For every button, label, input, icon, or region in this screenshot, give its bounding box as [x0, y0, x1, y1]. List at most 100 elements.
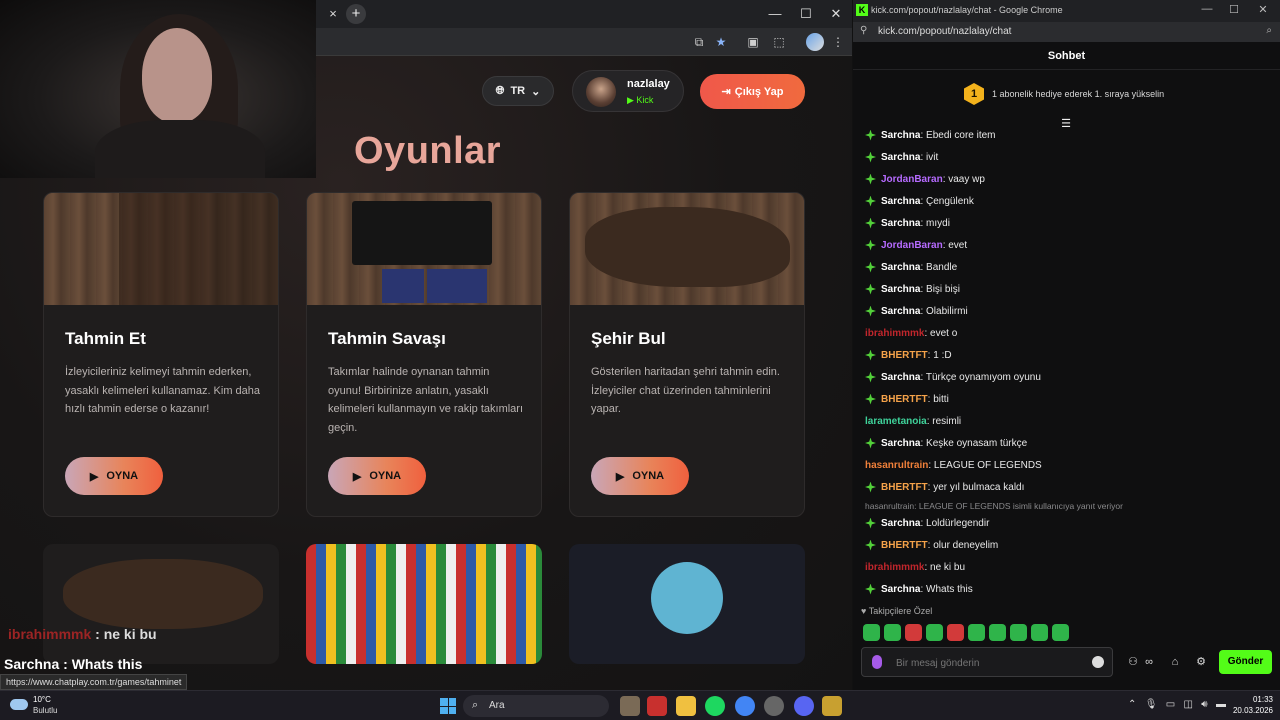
emote-icon[interactable]: [863, 624, 880, 641]
chat-message[interactable]: Sarchna: Türkçe oynamıyom oyunu: [865, 367, 1041, 387]
minimize-icon[interactable]: —: [1193, 3, 1221, 15]
chat-username[interactable]: JordanBaran: [881, 174, 943, 185]
emote-icon[interactable]: [884, 624, 901, 641]
chat-message[interactable]: Sarchna: Bişi bişi: [865, 279, 960, 299]
play-button[interactable]: ▶ OYNA: [65, 457, 163, 495]
chat-username[interactable]: Sarchna: [881, 152, 920, 163]
close-tab-button[interactable]: ×: [324, 5, 342, 23]
zoom-icon[interactable]: ⌕: [1266, 25, 1272, 36]
message-field[interactable]: [896, 654, 1086, 672]
emote-icon[interactable]: [1031, 624, 1048, 641]
chat-username[interactable]: Sarchna: [881, 284, 920, 295]
chat-message[interactable]: Sarchna: mıydi: [865, 213, 950, 233]
chat-username[interactable]: BHERTFT: [881, 540, 928, 551]
language-selector[interactable]: 🌐︎ TR ⌄: [482, 76, 554, 106]
chat-message[interactable]: Sarchna: Whats this: [865, 579, 973, 599]
subscriber-badge-icon: [865, 217, 876, 229]
discord-icon[interactable]: [794, 696, 814, 716]
clock[interactable]: 01:33 20.03.2026: [1225, 694, 1273, 716]
chat-username[interactable]: hasanrultrain: [865, 460, 928, 471]
chat-message[interactable]: BHERTFT: 1 :D: [865, 345, 952, 365]
new-tab-button[interactable]: +: [346, 4, 366, 24]
chat-username[interactable]: Sarchna: [881, 372, 920, 383]
chat-username[interactable]: Sarchna: [881, 218, 920, 229]
user-profile-box[interactable]: nazlalay ▶ Kick: [572, 70, 684, 112]
screenshot-icon[interactable]: ⧉: [691, 34, 707, 50]
emote-icon[interactable]: [905, 624, 922, 641]
bookmark-star-icon[interactable]: ★: [713, 34, 729, 50]
chat-message[interactable]: BHERTFT: olur deneyelim: [865, 535, 998, 555]
start-button[interactable]: [440, 698, 456, 714]
extensions-icon[interactable]: ⬚: [771, 34, 787, 50]
game-card-flags[interactable]: [306, 544, 542, 664]
maximize-icon[interactable]: ☐: [792, 4, 820, 24]
chat-message[interactable]: JordanBaran: evet: [865, 235, 967, 255]
chat-username[interactable]: JordanBaran: [881, 240, 943, 251]
chrome-icon[interactable]: [735, 696, 755, 716]
chat-message[interactable]: larametanoia: resimli: [865, 411, 961, 431]
send-button[interactable]: Gönder: [1219, 650, 1272, 674]
logout-button[interactable]: ⇥ Çıkış Yap: [700, 74, 805, 109]
chat-username[interactable]: ibrahimmmk: [865, 328, 924, 339]
taskbar-search[interactable]: ⌕ Ara: [463, 695, 609, 717]
emoji-icon[interactable]: [1092, 656, 1104, 668]
chat-username[interactable]: Sarchna: [881, 262, 920, 273]
game-card-misssss[interactable]: [569, 544, 805, 664]
gear-icon[interactable]: ⚙: [1193, 655, 1209, 669]
close-window-icon[interactable]: ✕: [822, 4, 850, 24]
url-bar[interactable]: ⚲ kick.com/popout/nazlalay/chat ⌕: [853, 22, 1280, 42]
maximize-icon[interactable]: ☐: [1220, 3, 1248, 16]
minimize-icon[interactable]: —: [761, 4, 789, 24]
microphone-icon[interactable]: [872, 655, 882, 669]
chat-message[interactable]: Sarchna: Loldürlegendir: [865, 513, 989, 533]
chat-message[interactable]: Sarchna: Ebedi core item: [865, 125, 996, 145]
site-settings-icon[interactable]: ⚲: [860, 25, 867, 36]
chat-message[interactable]: Sarchna: Olabilirmi: [865, 301, 968, 321]
play-button[interactable]: ▶ OYNA: [328, 457, 426, 495]
spotify-icon[interactable]: [705, 696, 725, 716]
chat-message[interactable]: BHERTFT: yer yıl bulmaca kaldı: [865, 477, 1024, 497]
chat-username[interactable]: Sarchna: [881, 196, 920, 207]
emote-icon[interactable]: [1052, 624, 1069, 641]
gift-promo-banner[interactable]: 1 1 abonelik hediye ederek 1. sıraya yük…: [853, 70, 1280, 120]
emote-icon[interactable]: [926, 624, 943, 641]
emote-icon[interactable]: [947, 624, 964, 641]
close-window-icon[interactable]: ✕: [1249, 3, 1277, 16]
chat-username[interactable]: Sarchna: [881, 584, 920, 595]
chat-message[interactable]: Sarchna: ivit: [865, 147, 938, 167]
chat-message-input[interactable]: [861, 647, 1113, 677]
chat-username[interactable]: ibrahimmmk: [865, 562, 924, 573]
app-icon[interactable]: [822, 696, 842, 716]
app-icon[interactable]: [764, 696, 784, 716]
emote-icon[interactable]: [989, 624, 1006, 641]
store-icon[interactable]: ⌂: [1167, 655, 1183, 669]
app-icon[interactable]: [647, 696, 667, 716]
chat-username[interactable]: larametanoia: [865, 416, 927, 427]
chat-message[interactable]: ibrahimmmk: evet o: [865, 323, 957, 343]
users-icon[interactable]: ⚇: [1125, 655, 1141, 669]
system-tray[interactable]: ⌃ 🎙︎ ▭ ◫ 🔊︎ ▬: [1128, 699, 1226, 710]
taskview-icon[interactable]: [620, 696, 640, 716]
chat-message[interactable]: hasanrultrain: LEAGUE OF LEGENDS: [865, 455, 1042, 475]
chat-username[interactable]: Sarchna: [881, 518, 920, 529]
chat-username[interactable]: BHERTFT: [881, 394, 928, 405]
chat-username[interactable]: Sarchna: [881, 438, 920, 449]
chat-username[interactable]: BHERTFT: [881, 482, 928, 493]
play-button[interactable]: ▶ OYNA: [591, 457, 689, 495]
profile-avatar[interactable]: [806, 33, 824, 51]
file-explorer-icon[interactable]: [676, 696, 696, 716]
chat-message[interactable]: Sarchna: Bandle: [865, 257, 957, 277]
chat-username[interactable]: Sarchna: [881, 130, 920, 141]
infinity-icon[interactable]: ∞: [1141, 655, 1157, 669]
chat-message[interactable]: ibrahimmmk: ne ki bu: [865, 557, 965, 577]
chat-message[interactable]: BHERTFT: bitti: [865, 389, 949, 409]
chat-message[interactable]: JordanBaran: vaay wp: [865, 169, 985, 189]
menu-kebab-icon[interactable]: ⋮: [830, 34, 846, 50]
emote-icon[interactable]: [968, 624, 985, 641]
chat-message[interactable]: Sarchna: Çengülenk: [865, 191, 974, 211]
emote-icon[interactable]: [1010, 624, 1027, 641]
chat-message[interactable]: Sarchna: Keşke oynasam türkçe: [865, 433, 1027, 453]
reader-icon[interactable]: ▣: [745, 34, 761, 50]
chat-username[interactable]: Sarchna: [881, 306, 920, 317]
chat-username[interactable]: BHERTFT: [881, 350, 928, 361]
